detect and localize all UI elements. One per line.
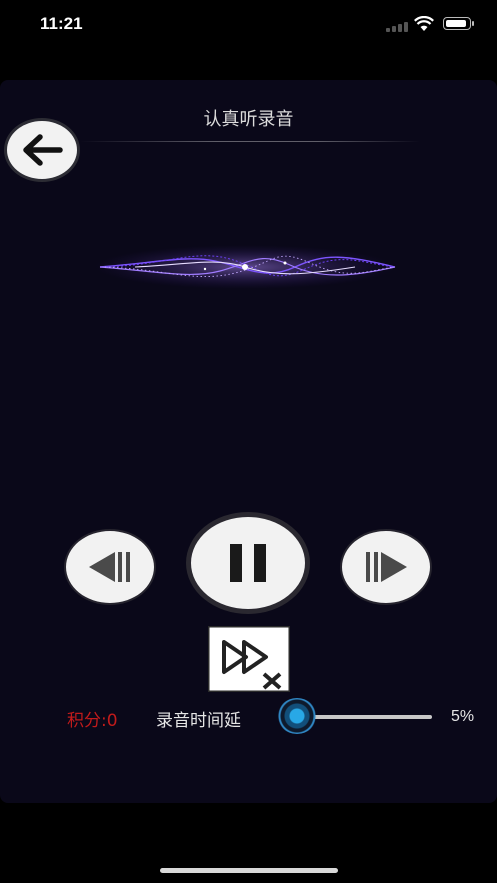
- pause-icon: [230, 544, 266, 582]
- cellular-signal-icon: [386, 20, 412, 32]
- battery-icon: [443, 17, 474, 30]
- arrow-left-icon: [23, 134, 63, 166]
- delay-slider-track[interactable]: [298, 715, 432, 719]
- back-button[interactable]: [4, 118, 80, 182]
- status-bar: 11:21: [0, 0, 497, 52]
- pause-button[interactable]: [186, 512, 310, 614]
- page-title: 认真听录音: [203, 109, 294, 130]
- previous-track-icon: [89, 552, 130, 582]
- skip-button[interactable]: [208, 626, 290, 692]
- status-time: 11:21: [40, 14, 83, 33]
- player-panel: [0, 80, 497, 803]
- delay-label: 录音时间延: [156, 711, 241, 731]
- previous-button[interactable]: [64, 529, 156, 605]
- delay-slider-thumb[interactable]: [277, 698, 317, 734]
- next-button[interactable]: [340, 529, 432, 605]
- home-indicator: [160, 868, 338, 873]
- next-track-icon: [366, 552, 407, 582]
- delay-value: 5%: [451, 708, 475, 725]
- title-divider: [80, 141, 420, 142]
- wifi-icon: [414, 16, 434, 31]
- sound-wave-icon: [95, 245, 396, 289]
- score-label: 积分:0: [67, 711, 118, 731]
